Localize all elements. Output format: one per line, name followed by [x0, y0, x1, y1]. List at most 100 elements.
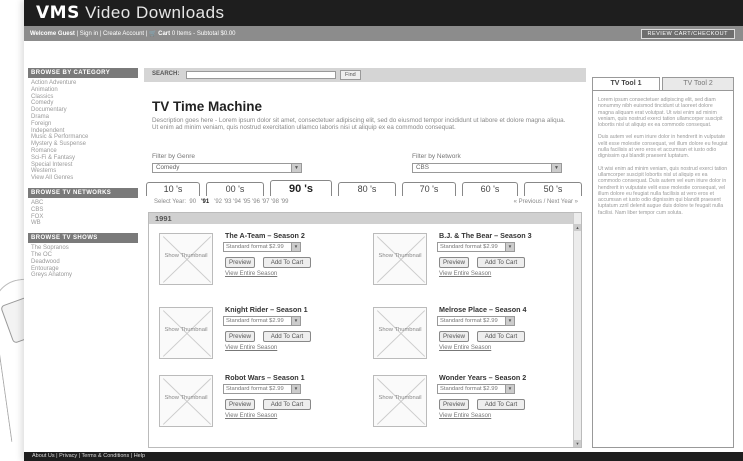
find-button[interactable]: Find: [340, 70, 361, 80]
show-title[interactable]: Wonder Years – Season 2: [439, 373, 526, 382]
sidebar-item-network[interactable]: ABC: [31, 200, 135, 207]
sidebar-item-network[interactable]: FOX: [31, 214, 135, 221]
add-to-cart-button[interactable]: Add To Cart: [477, 257, 525, 268]
sidebar-item-category[interactable]: Special Interest: [31, 162, 135, 169]
add-to-cart-button[interactable]: Add To Cart: [263, 331, 311, 342]
account-link-row[interactable]: | Sign in | Create Account |: [77, 31, 149, 37]
scroll-up-icon[interactable]: ▲: [574, 224, 581, 231]
show-title[interactable]: Melrose Place – Season 4: [439, 305, 527, 314]
show-title[interactable]: B.J. & The Bear – Season 3: [439, 231, 532, 240]
sidebar-item-category[interactable]: View All Genres: [31, 175, 135, 182]
format-value: Standard format $2.99: [440, 244, 498, 250]
chevron-down-icon[interactable]: ▼: [291, 317, 300, 325]
shows-heading: BROWSE TV SHOWS: [28, 233, 138, 244]
chevron-down-icon[interactable]: ▼: [505, 385, 514, 393]
format-select[interactable]: Standard format $2.99 ▼: [223, 384, 301, 394]
top-bar: VMS Video Downloads: [24, 0, 743, 26]
preview-button[interactable]: Preview: [225, 399, 255, 410]
show-thumbnail[interactable]: Show Thumbnail: [159, 375, 213, 427]
add-to-cart-button[interactable]: Add To Cart: [263, 257, 311, 268]
add-to-cart-button[interactable]: Add To Cart: [477, 331, 525, 342]
sidebar-item-show[interactable]: Deadwood: [31, 259, 135, 266]
sidebar-item-category[interactable]: Music & Performance: [31, 134, 135, 141]
chevron-down-icon[interactable]: ▼: [551, 164, 561, 172]
sidebar-item-category[interactable]: Mystery & Suspense: [31, 141, 135, 148]
sidebar-item-category[interactable]: Independent: [31, 128, 135, 135]
sidebar-item-category[interactable]: Romance: [31, 148, 135, 155]
view-season-link[interactable]: View Entire Season: [439, 271, 491, 277]
sidebar-item-network[interactable]: CBS: [31, 207, 135, 214]
year-link-selected[interactable]: '91: [201, 199, 209, 205]
preview-button[interactable]: Preview: [439, 399, 469, 410]
tab-tv-tool-2[interactable]: TV Tool 2: [662, 77, 734, 90]
year-pagination[interactable]: « Previous / Next Year »: [514, 199, 578, 205]
format-select[interactable]: Standard format $2.99 ▼: [437, 242, 515, 252]
tab-00s[interactable]: 00 's: [206, 182, 264, 196]
view-season-link[interactable]: View Entire Season: [225, 345, 277, 351]
brand-logo[interactable]: VMS Video Downloads: [36, 3, 225, 23]
genre-select[interactable]: Comedy ▼: [152, 163, 302, 173]
review-checkout-button[interactable]: REVIEW CART/CHECKOUT: [640, 29, 735, 39]
sidebar-item-category[interactable]: Documentary: [31, 107, 135, 114]
preview-button[interactable]: Preview: [439, 331, 469, 342]
sidebar-item-show[interactable]: Greys Anatomy: [31, 272, 135, 279]
chevron-down-icon[interactable]: ▼: [291, 243, 300, 251]
search-input[interactable]: [186, 71, 336, 79]
show-thumbnail[interactable]: Show Thumbnail: [373, 375, 427, 427]
sidebar-item-category[interactable]: Foreign: [31, 121, 135, 128]
footer-links[interactable]: About Us | Privacy | Terms & Conditions …: [24, 452, 743, 461]
sidebar-item-show[interactable]: The Sopranos: [31, 245, 135, 252]
show-thumbnail[interactable]: Show Thumbnail: [159, 233, 213, 285]
show-thumbnail[interactable]: Show Thumbnail: [159, 307, 213, 359]
year-links[interactable]: '92 '93 '94 '95 '96 '97 '98 '99: [214, 199, 288, 205]
year-list[interactable]: Select Year: 90 '91 '92 '93 '94 '95 '96 …: [154, 199, 288, 205]
add-to-cart-button[interactable]: Add To Cart: [263, 399, 311, 410]
show-title[interactable]: The A-Team – Season 2: [225, 231, 305, 240]
show-thumbnail[interactable]: Show Thumbnail: [373, 233, 427, 285]
year-link[interactable]: 90: [189, 199, 196, 205]
sidebar-item-category[interactable]: Animation: [31, 87, 135, 94]
sidebar-item-category[interactable]: Sci-Fi & Fantasy: [31, 155, 135, 162]
format-select[interactable]: Standard format $2.99 ▼: [223, 242, 301, 252]
sidebar-item-category[interactable]: Comedy: [31, 100, 135, 107]
chevron-down-icon[interactable]: ▼: [291, 164, 301, 172]
preview-button[interactable]: Preview: [225, 331, 255, 342]
search-label: SEARCH:: [152, 71, 180, 77]
tool-paragraph: Lorem ipsum consectetuer adipiscing elit…: [598, 97, 723, 129]
chevron-down-icon[interactable]: ▼: [505, 243, 514, 251]
sidebar-item-network[interactable]: WB: [31, 220, 135, 227]
add-to-cart-button[interactable]: Add To Cart: [477, 399, 525, 410]
cart-link[interactable]: Cart: [158, 31, 170, 37]
format-select[interactable]: Standard format $2.99 ▼: [437, 384, 515, 394]
preview-button[interactable]: Preview: [439, 257, 469, 268]
cart-icon[interactable]: 🛒: [149, 31, 156, 37]
chevron-down-icon[interactable]: ▼: [505, 317, 514, 325]
sidebar-item-show[interactable]: The OC: [31, 252, 135, 259]
tab-90s[interactable]: 90 's: [270, 180, 332, 196]
show-card: Show Thumbnail Wonder Years – Season 2 S…: [369, 373, 579, 445]
sidebar-item-show[interactable]: Entourage: [31, 266, 135, 273]
show-thumbnail[interactable]: Show Thumbnail: [373, 307, 427, 359]
tab-70s[interactable]: 70 's: [402, 182, 456, 196]
sidebar-item-category[interactable]: Classics: [31, 94, 135, 101]
view-season-link[interactable]: View Entire Season: [439, 413, 491, 419]
tab-80s[interactable]: 80 's: [338, 182, 396, 196]
show-title[interactable]: Knight Rider – Season 1: [225, 305, 308, 314]
view-season-link[interactable]: View Entire Season: [225, 413, 277, 419]
network-select[interactable]: CBS ▼: [412, 163, 562, 173]
chevron-down-icon[interactable]: ▼: [291, 385, 300, 393]
brand-tagline: Video Downloads: [85, 3, 225, 22]
tab-60s[interactable]: 60 's: [462, 182, 518, 196]
sidebar-item-category[interactable]: Westerns: [31, 168, 135, 175]
sidebar-item-category[interactable]: Drama: [31, 114, 135, 121]
format-select[interactable]: Standard format $2.99 ▼: [223, 316, 301, 326]
view-season-link[interactable]: View Entire Season: [439, 345, 491, 351]
format-select[interactable]: Standard format $2.99 ▼: [437, 316, 515, 326]
preview-button[interactable]: Preview: [225, 257, 255, 268]
sidebar-item-category[interactable]: Action Adventure: [31, 80, 135, 87]
tab-50s[interactable]: 50 's: [524, 182, 582, 196]
show-title[interactable]: Robot Wars – Season 1: [225, 373, 305, 382]
tab-tv-tool-1[interactable]: TV Tool 1: [592, 77, 660, 90]
view-season-link[interactable]: View Entire Season: [225, 271, 277, 277]
tab-10s[interactable]: 10 's: [146, 182, 200, 196]
